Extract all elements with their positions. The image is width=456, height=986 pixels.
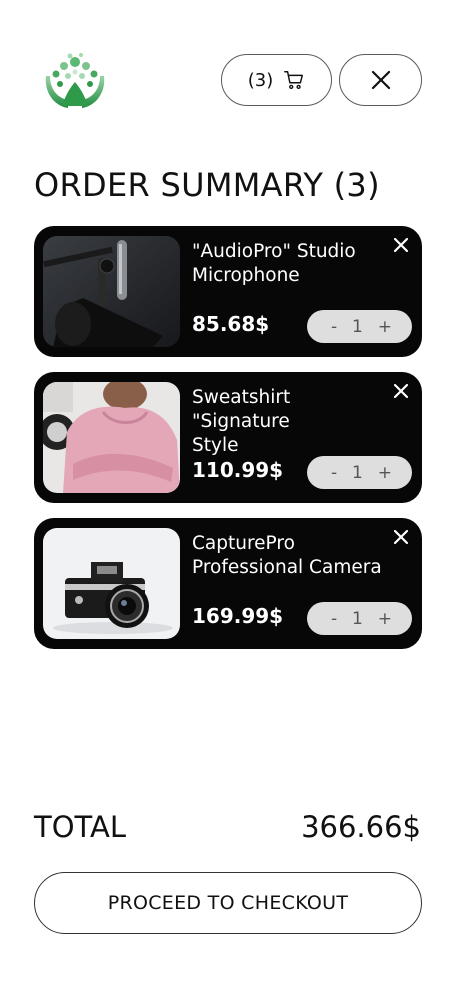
remove-item-button[interactable] xyxy=(392,528,410,546)
product-price: 169.99$ xyxy=(192,604,284,628)
remove-item-button[interactable] xyxy=(392,382,410,400)
product-name: "AudioPro" Studio Microphone xyxy=(192,241,356,286)
remove-item-button[interactable] xyxy=(392,236,410,254)
close-icon xyxy=(393,383,409,399)
close-icon xyxy=(393,529,409,545)
cart-item-card: CapturePro Professional Camera 169.99$ -… xyxy=(34,518,422,649)
product-price: 110.99$ xyxy=(192,458,284,482)
cart-icon xyxy=(284,71,304,90)
increment-button[interactable]: + xyxy=(378,317,392,337)
page-title: ORDER SUMMARY (3) xyxy=(34,166,380,204)
decrement-button[interactable]: - xyxy=(331,609,337,629)
increment-button[interactable]: + xyxy=(378,463,392,483)
decrement-button[interactable]: - xyxy=(331,317,337,337)
total-label: TOTAL xyxy=(34,810,126,844)
product-name: CapturePro Professional Camera xyxy=(192,533,382,578)
product-name: Sweatshirt "Signature Style xyxy=(192,387,291,456)
quantity-value: 1 xyxy=(352,608,363,629)
close-button[interactable] xyxy=(339,54,422,106)
product-price: 85.68$ xyxy=(192,312,270,336)
product-image xyxy=(43,236,180,347)
product-image xyxy=(43,382,180,493)
quantity-stepper[interactable]: - 1 + xyxy=(307,310,412,343)
cart-item-card: Sweatshirt "Signature Style 110.99$ - 1 … xyxy=(34,372,422,503)
quantity-stepper[interactable]: - 1 + xyxy=(307,602,412,635)
checkout-button[interactable]: PROCEED TO CHECKOUT xyxy=(34,872,422,934)
quantity-value: 1 xyxy=(352,462,363,483)
leaf-logo-icon xyxy=(45,53,105,108)
decrement-button[interactable]: - xyxy=(331,463,337,483)
quantity-stepper[interactable]: - 1 + xyxy=(307,456,412,489)
close-icon xyxy=(393,237,409,253)
close-icon xyxy=(371,70,390,90)
quantity-value: 1 xyxy=(352,316,363,337)
cart-count: (3) xyxy=(247,69,274,91)
total-value: 366.66$ xyxy=(301,810,421,844)
product-image xyxy=(43,528,180,639)
cart-item-card: "AudioPro" Studio Microphone 85.68$ - 1 … xyxy=(34,226,422,357)
increment-button[interactable]: + xyxy=(378,609,392,629)
brand-logo[interactable] xyxy=(40,48,110,112)
cart-button[interactable]: (3) xyxy=(221,54,332,106)
